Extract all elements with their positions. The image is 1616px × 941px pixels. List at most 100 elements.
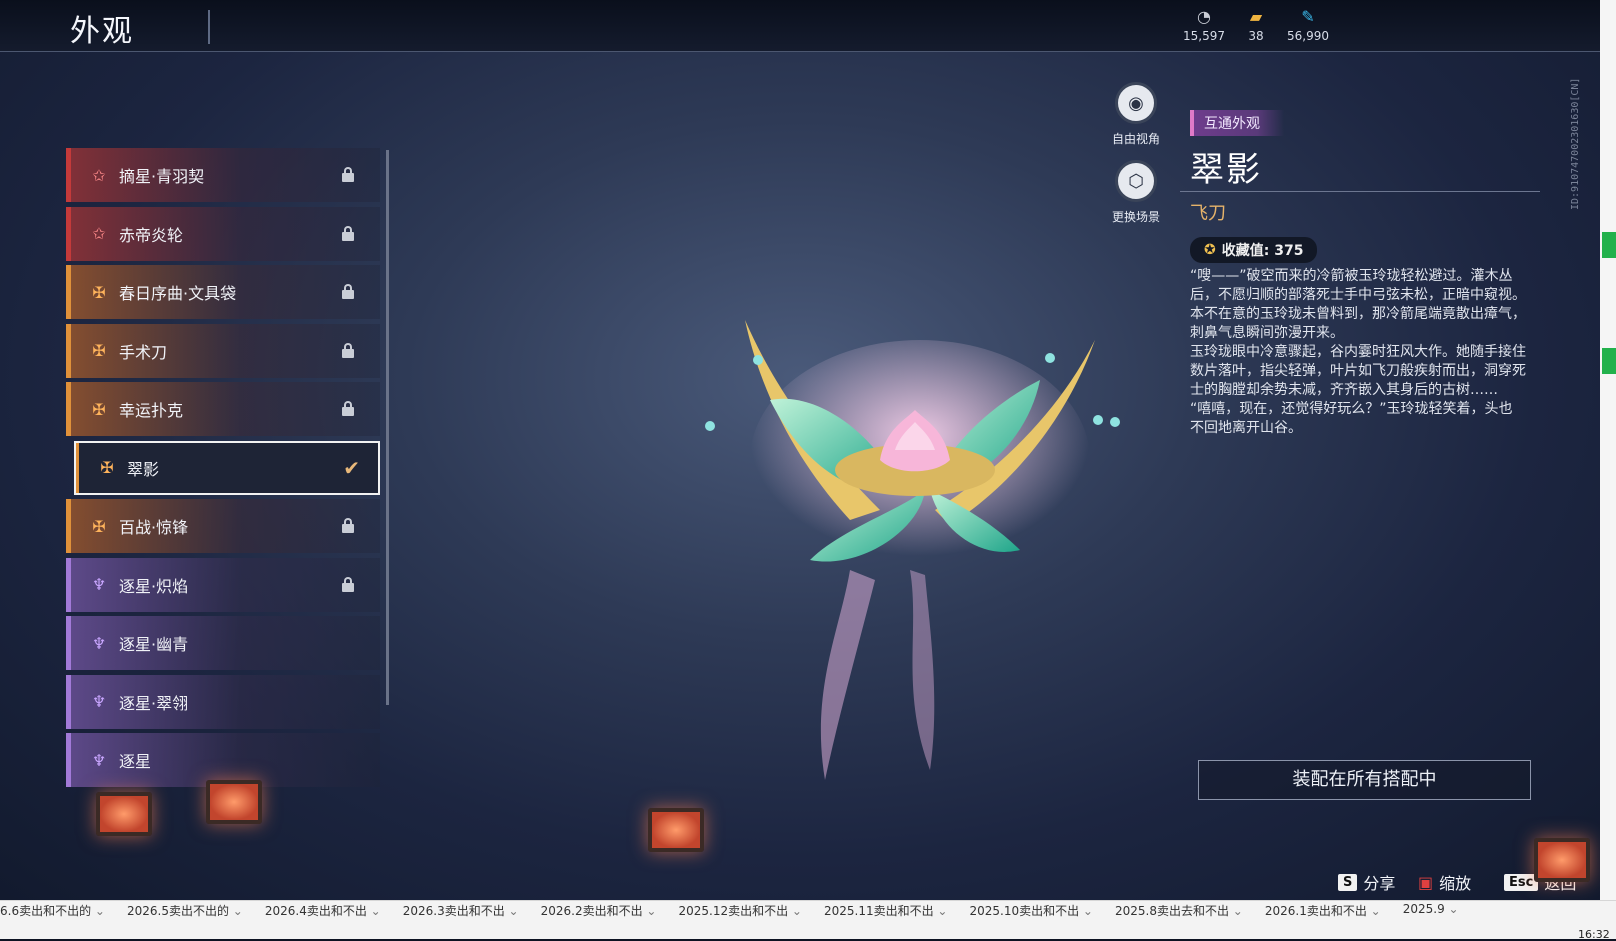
- browser-tab[interactable]: 2025.9: [1403, 902, 1459, 920]
- zoom-hint[interactable]: ▣ 缩放: [1418, 870, 1471, 894]
- title-divider: [208, 10, 210, 44]
- currency-ticket-value: 38: [1248, 29, 1264, 43]
- share-hint[interactable]: S 分享: [1338, 870, 1395, 894]
- list-item-label: 百战·惊锋: [119, 518, 189, 537]
- list-item-label: 赤帝炎轮: [119, 225, 184, 245]
- ticket-icon: ▰: [1249, 7, 1263, 26]
- check-icon: ✔: [343, 455, 360, 480]
- item-info-panel: 互通外观 翠影 飞刀 ✪ 收藏值: 375 “嗖——”破空而来的冷箭被玉玲珑轻松…: [1180, 110, 1540, 438]
- browser-tab[interactable]: 2025.8卖出去和不出: [1115, 902, 1243, 920]
- free-view-label: 自由视角: [1111, 132, 1160, 146]
- browser-tab[interactable]: 2025.12卖出和不出: [678, 902, 802, 920]
- lock-icon: [340, 576, 356, 593]
- rarity-icon: ♆: [91, 750, 107, 770]
- background-window-edge: [1600, 0, 1616, 900]
- free-view-button[interactable]: ◉ 自由视角: [1106, 82, 1166, 147]
- equip-all-button[interactable]: 装配在所有搭配中: [1198, 760, 1531, 800]
- item-description: “嗖——”破空而来的冷箭被玉玲珑轻松避过。灌木丛后，不愿归顺的部落死士手中弓弦未…: [1190, 268, 1526, 436]
- list-item-label: 手术刀: [119, 342, 168, 362]
- lock-icon: [340, 518, 356, 534]
- rarity-icon: ♆: [91, 575, 107, 594]
- rarity-icon: ✠: [100, 458, 114, 477]
- currency-coin-value: 15,597: [1183, 29, 1225, 43]
- lock-icon: [340, 225, 356, 242]
- list-item[interactable]: ♆ 逐星: [66, 733, 380, 787]
- browser-tab[interactable]: 2025.11卖出和不出: [824, 902, 948, 920]
- top-bar: 外观 ◔ 15,597 ▰ 38 ✎ 56,990: [0, 0, 1600, 52]
- item-name: 翠影: [1190, 150, 1262, 190]
- rarity-icon: ♆: [91, 692, 107, 711]
- browser-tab[interactable]: 2026.4卖出和不出: [265, 902, 381, 920]
- list-item-label: 逐星·翠翎: [119, 693, 189, 713]
- zoom-label: 缩放: [1439, 874, 1472, 893]
- ribbon-right: [910, 570, 935, 770]
- lock-icon: [340, 284, 356, 300]
- change-scene-label: 更换场景: [1111, 210, 1160, 224]
- lock-icon: [340, 401, 356, 417]
- feather-icon: ✎: [1301, 7, 1315, 26]
- item-type: 飞刀: [1190, 203, 1226, 224]
- currency-feather-value: 56,990: [1287, 29, 1329, 43]
- list-item[interactable]: ✠ 百战·惊锋: [66, 499, 380, 553]
- mouse-icon: ▣: [1418, 872, 1434, 892]
- list-item[interactable]: ♆ 逐星·幽青: [66, 616, 380, 670]
- game-window: 外观 ◔ 15,597 ▰ 38 ✎ 56,990 ID:91074700230…: [0, 0, 1600, 900]
- list-item[interactable]: ♆ 逐星·翠翎: [66, 674, 380, 729]
- currency-coin: ◔ 15,597: [1174, 7, 1234, 44]
- rarity-icon: ♆: [91, 633, 107, 653]
- share-key: S: [1338, 873, 1358, 891]
- lantern-decoration: [648, 808, 704, 852]
- collection-icon: ✪: [1204, 242, 1216, 258]
- browser-tab[interactable]: 6.6卖出和不出的: [0, 902, 105, 920]
- currency-ticket: ▰ 38: [1226, 7, 1286, 44]
- browser-tab[interactable]: 2026.3卖出和不出: [403, 902, 519, 920]
- coin-icon: ◔: [1197, 7, 1211, 26]
- rarity-icon: ✠: [92, 282, 106, 302]
- crossplay-tag: 互通外观: [1190, 110, 1284, 136]
- list-item-label: 逐星·炽焰: [119, 576, 189, 596]
- lantern-decoration: [206, 780, 262, 824]
- rarity-icon: ✠: [92, 341, 106, 360]
- rarity-icon: ✠: [92, 516, 106, 536]
- list-scrollbar[interactable]: [386, 150, 389, 705]
- ribbon-left: [820, 570, 875, 780]
- share-label: 分享: [1363, 874, 1396, 893]
- browser-tab[interactable]: 2026.2卖出和不出: [541, 902, 657, 920]
- change-scene-button[interactable]: ⬡ 更换场景: [1106, 160, 1166, 225]
- collection-value-badge: ✪ 收藏值: 375: [1190, 237, 1318, 263]
- cube-icon: ⬡: [1115, 160, 1157, 202]
- lock-icon: [340, 342, 356, 359]
- list-item-label: 春日序曲·文具袋: [119, 284, 237, 303]
- list-item[interactable]: ✠ 手术刀: [66, 323, 380, 378]
- currency-feather: ✎ 56,990: [1278, 7, 1338, 44]
- list-item[interactable]: ✠ 幸运扑克: [66, 382, 380, 436]
- list-item[interactable]: ✠ 翠影 ✔: [74, 440, 380, 495]
- lantern-decoration: [96, 792, 152, 836]
- browser-tab[interactable]: 2026.5卖出不出的: [127, 902, 243, 920]
- lantern-decoration: [1534, 838, 1590, 882]
- rarity-icon: ✩: [92, 224, 106, 243]
- list-item-label: 翠影: [127, 459, 160, 479]
- lock-icon: [340, 167, 356, 183]
- browser-tab[interactable]: 2025.10卖出和不出: [969, 902, 1093, 920]
- list-item-label: 逐星·幽青: [119, 635, 189, 654]
- list-item-label: 摘星·青羽契: [119, 167, 205, 186]
- rarity-icon: ✩: [92, 165, 106, 185]
- appearance-list: ✩ 摘星·青羽契 ✩ 赤帝炎轮 ✠ 春日序曲·文具袋 ✠ 手术刀 ✠ 幸运扑克 ✠ 翠影 ✔ ✠ 百战·惊锋…: [66, 148, 380, 788]
- list-item[interactable]: ✩ 摘星·青羽契: [66, 148, 380, 202]
- page-title: 外观: [70, 14, 134, 49]
- item-preview[interactable]: [700, 310, 1160, 830]
- name-divider: [1180, 191, 1540, 192]
- camera-icon: ◉: [1115, 82, 1157, 124]
- list-item-label: 幸运扑克: [119, 401, 184, 420]
- browser-tab[interactable]: 2026.1卖出和不出: [1265, 902, 1381, 920]
- list-item-label: 逐星: [119, 752, 152, 771]
- taskbar-clock: 16:32: [1578, 928, 1610, 941]
- list-item[interactable]: ♆ 逐星·炽焰: [66, 557, 380, 612]
- list-item[interactable]: ✩ 赤帝炎轮: [66, 206, 380, 261]
- collection-value: 收藏值: 375: [1221, 243, 1304, 259]
- list-item[interactable]: ✠ 春日序曲·文具袋: [66, 265, 380, 319]
- browser-tab-strip: 6.6卖出和不出的 2026.5卖出不出的 2026.4卖出和不出 2026.3卖出和…: [0, 902, 1481, 920]
- player-id: ID:910747002301630[CN]: [1570, 77, 1581, 210]
- rarity-icon: ✠: [92, 399, 106, 419]
